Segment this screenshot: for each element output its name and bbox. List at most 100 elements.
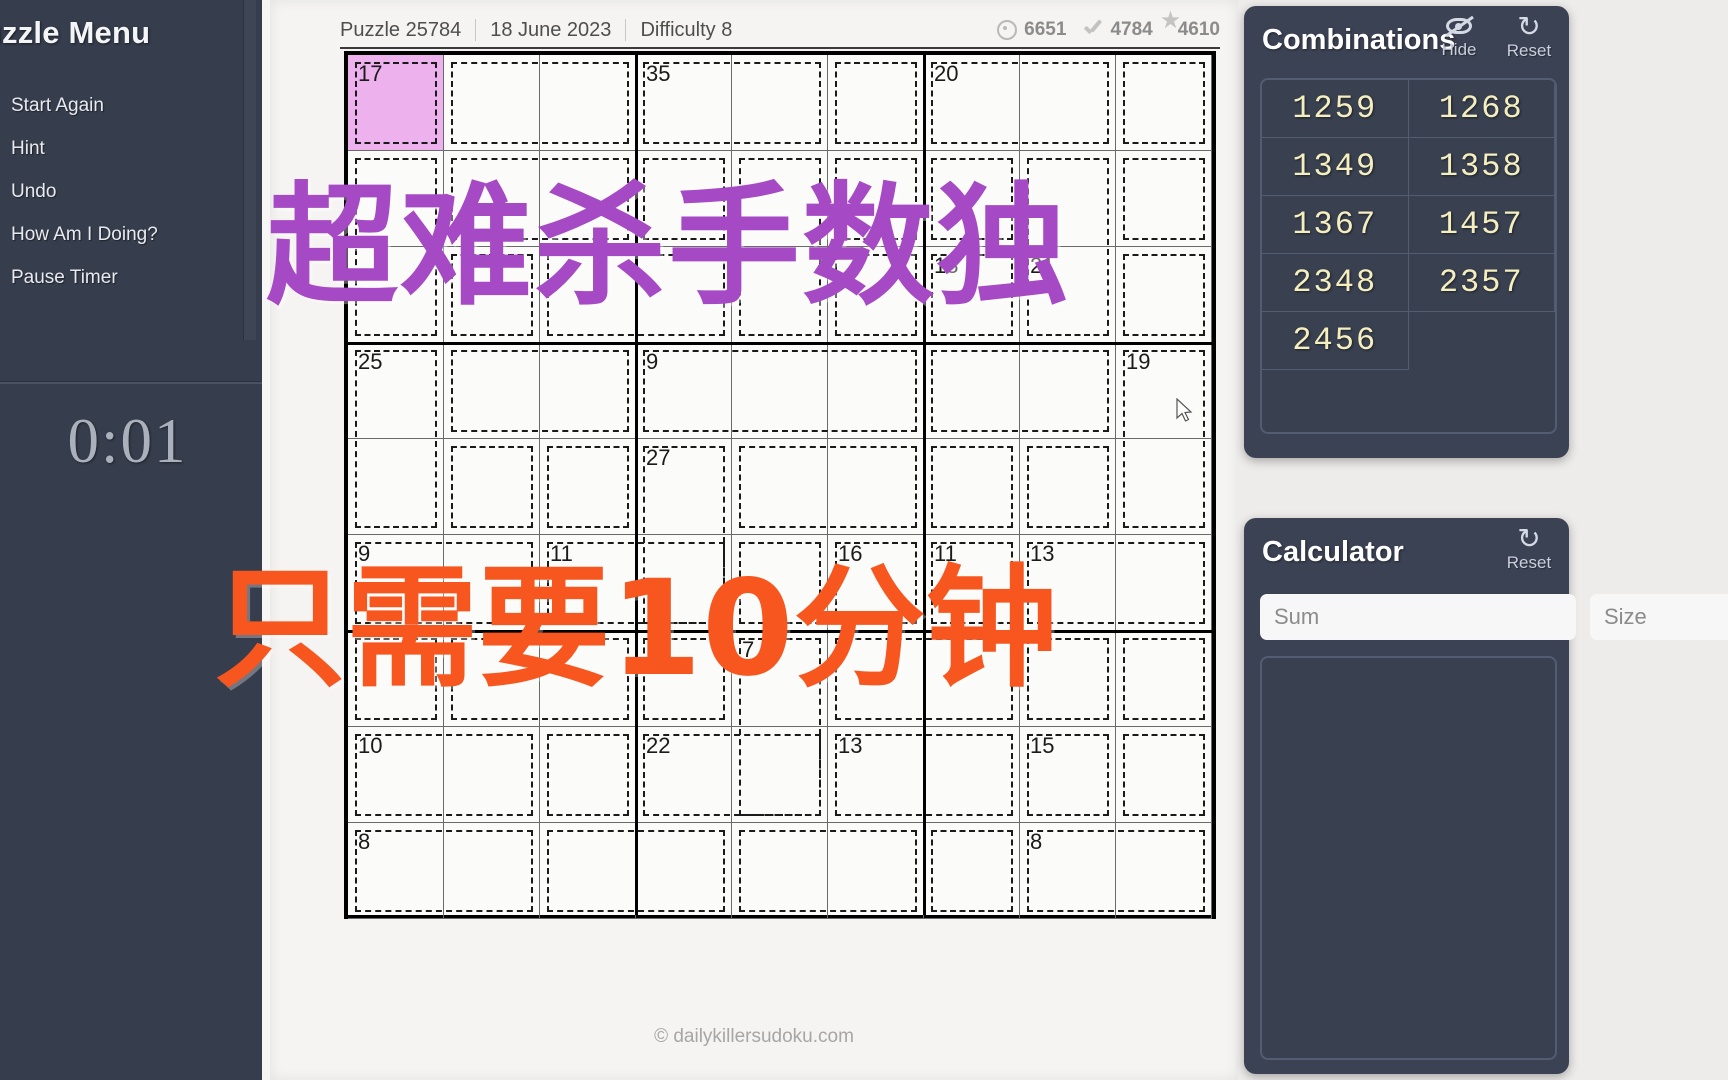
sudoku-cell[interactable] [444, 823, 540, 919]
menu-item-pause-timer[interactable]: Pause Timer [11, 257, 281, 300]
sudoku-cell[interactable] [828, 55, 924, 151]
sudoku-cell[interactable] [828, 631, 924, 727]
calculator-reset-label: Reset [1506, 553, 1552, 572]
sudoku-cell[interactable] [828, 823, 924, 919]
reset-combinations-button[interactable]: ↻ Reset [1503, 13, 1555, 61]
sudoku-cell[interactable] [1116, 247, 1212, 343]
cage-sum-label: 18 [934, 253, 959, 278]
sudoku-cell[interactable] [1116, 727, 1212, 823]
sudoku-cell[interactable] [348, 151, 444, 247]
combination-item[interactable]: 2357 [1408, 254, 1555, 312]
sudoku-cell[interactable] [732, 727, 828, 823]
sudoku-cell[interactable] [732, 151, 828, 247]
menu-item-how-am-i-doing[interactable]: How Am I Doing? [11, 214, 281, 257]
target-icon [997, 20, 1018, 40]
sudoku-cell[interactable] [444, 343, 540, 439]
calculator-actions: ↻ Reset [1503, 523, 1555, 573]
sudoku-cell[interactable] [540, 727, 636, 823]
sudoku-cell[interactable] [732, 247, 828, 343]
combination-item[interactable]: 2456 [1262, 312, 1409, 370]
sidebar: Puzzle Menu Start AgainHintUndoHow Am I … [0, 0, 290, 1080]
cage-sum-label: 13 [1030, 541, 1055, 566]
sudoku-cell[interactable] [1020, 343, 1116, 439]
sudoku-cell[interactable] [444, 151, 540, 247]
sudoku-cell[interactable] [636, 247, 732, 343]
sidebar-scrollbar[interactable] [243, 0, 256, 340]
sudoku-cell[interactable] [636, 535, 732, 631]
sudoku-cell[interactable] [924, 151, 1020, 247]
size-input[interactable] [1590, 594, 1728, 640]
sudoku-grid[interactable]: 17 35 20 18 21 25 9 19 27 9 11 16 11 13 7 10 22 13 15 8 8 [344, 51, 1216, 919]
sudoku-cell[interactable] [540, 631, 636, 727]
sudoku-cell[interactable] [732, 535, 828, 631]
sudoku-cell[interactable] [444, 727, 540, 823]
sudoku-cell[interactable] [444, 247, 540, 343]
sudoku-cell[interactable] [636, 151, 732, 247]
sudoku-cell[interactable] [828, 151, 924, 247]
sudoku-cell[interactable] [1116, 55, 1212, 151]
sudoku-cell[interactable] [636, 823, 732, 919]
puzzle-difficulty: Difficulty 8 [640, 18, 733, 41]
combination-item[interactable]: 1457 [1408, 196, 1555, 254]
sudoku-cell[interactable] [1020, 439, 1116, 535]
puzzle-menu-list: Start Again Hint Undo How Am I Doing? Pause … [11, 85, 281, 300]
sudoku-cell[interactable] [828, 343, 924, 439]
block-line-horizontal [348, 630, 1212, 633]
sudoku-cell[interactable] [1020, 631, 1116, 727]
combination-item[interactable]: 1349 [1262, 138, 1409, 196]
combination-item[interactable]: 1268 [1408, 80, 1555, 138]
sudoku-cell[interactable] [540, 55, 636, 151]
sudoku-cell[interactable] [1116, 151, 1212, 247]
sudoku-cell[interactable] [1020, 151, 1116, 247]
sudoku-cell[interactable] [924, 439, 1020, 535]
sudoku-cell[interactable] [540, 439, 636, 535]
sudoku-cell[interactable] [732, 823, 828, 919]
sudoku-cell[interactable] [924, 727, 1020, 823]
sudoku-cell[interactable] [636, 631, 732, 727]
sudoku-cell[interactable] [1116, 631, 1212, 727]
sudoku-cell[interactable] [1020, 55, 1116, 151]
cage-sum-label: 17 [358, 61, 383, 86]
menu-item-start-again[interactable]: Start Again [11, 85, 281, 128]
menu-item-hint[interactable]: Hint [11, 128, 281, 171]
cage-sum-label: 11 [934, 541, 957, 566]
sudoku-grid-wrapper[interactable]: 17 35 20 18 21 25 9 19 27 9 11 16 11 13 7 10 22 13 15 8 8 [344, 51, 1216, 919]
combinations-panel: Combinations Hide ↻ Reset 1259 1268 1349 13… [1244, 6, 1569, 458]
sudoku-cell[interactable] [348, 631, 444, 727]
sudoku-cell[interactable] [540, 823, 636, 919]
sudoku-cell[interactable] [348, 439, 444, 535]
sudoku-cell[interactable] [924, 631, 1020, 727]
sudoku-cell[interactable] [1116, 535, 1212, 631]
hide-combinations-button[interactable]: Hide [1433, 14, 1485, 61]
sudoku-cell[interactable] [540, 343, 636, 439]
sudoku-cell[interactable] [348, 247, 444, 343]
menu-item-undo[interactable]: Undo [11, 171, 281, 214]
sudoku-cell[interactable] [444, 535, 540, 631]
sudoku-cell[interactable] [828, 247, 924, 343]
combination-item[interactable]: 1367 [1262, 196, 1409, 254]
combination-item[interactable]: 1358 [1408, 138, 1555, 196]
sudoku-cell[interactable] [444, 631, 540, 727]
reset-calculator-button[interactable]: ↻ Reset [1503, 523, 1555, 573]
calculator-panel: Calculator ↻ Reset [1244, 518, 1728, 1074]
sudoku-cell[interactable] [828, 439, 924, 535]
meta-separator-2 [625, 19, 627, 41]
sudoku-cell[interactable] [540, 151, 636, 247]
sudoku-cell[interactable] [732, 439, 828, 535]
sudoku-cell[interactable] [924, 343, 1020, 439]
refresh-icon: ↻ [1517, 523, 1541, 554]
combination-item[interactable]: 2348 [1262, 254, 1409, 312]
sum-input[interactable] [1260, 594, 1576, 640]
sudoku-cell[interactable] [1116, 439, 1212, 535]
sudoku-cell[interactable] [1116, 823, 1212, 919]
sudoku-cell[interactable] [924, 823, 1020, 919]
stat-attempts: 6651 [997, 19, 1066, 41]
sudoku-cell[interactable] [444, 439, 540, 535]
combination-item[interactable]: 1259 [1262, 80, 1409, 138]
sudoku-cell[interactable] [732, 55, 828, 151]
sudoku-cell[interactable] [732, 343, 828, 439]
cage-sum-label: 15 [1030, 733, 1055, 758]
calculator-results [1260, 656, 1557, 1060]
sudoku-cell[interactable] [444, 55, 540, 151]
sudoku-cell[interactable] [540, 247, 636, 343]
